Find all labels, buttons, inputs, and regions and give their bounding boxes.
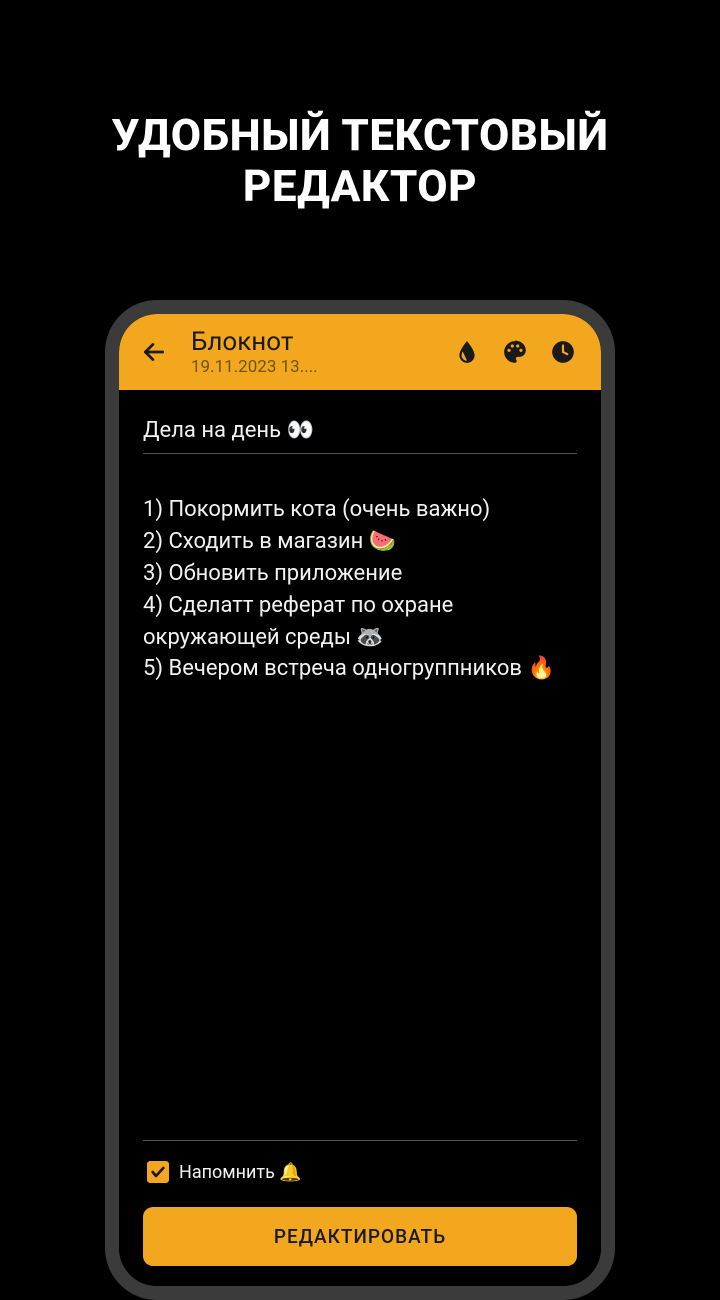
phone-screen: Блокнот 19.11.2023 13.... <box>119 314 601 1286</box>
water-drop-icon <box>454 339 480 365</box>
promo-line-1: УДОБНЫЙ ТЕКСТОВЫЙ <box>40 110 680 161</box>
app-bar-title: Блокнот <box>191 327 443 357</box>
remind-label: Напомнить 🔔 <box>179 1162 302 1183</box>
phone-mockup-frame: Блокнот 19.11.2023 13.... <box>105 300 615 1300</box>
footer-divider <box>143 1140 577 1141</box>
promo-headline: УДОБНЫЙ ТЕКСТОВЫЙ РЕДАКТОР <box>0 0 720 211</box>
app-bar-title-group: Блокнот 19.11.2023 13.... <box>183 327 443 377</box>
app-bar: Блокнот 19.11.2023 13.... <box>119 314 601 390</box>
back-button[interactable] <box>133 331 175 373</box>
footer-area: Напомнить 🔔 РЕДАКТИРОВАТЬ <box>119 1140 601 1286</box>
app-bar-actions <box>451 336 587 368</box>
arrow-back-icon <box>141 339 167 365</box>
color-button[interactable] <box>499 336 531 368</box>
app-bar-subtitle: 19.11.2023 13.... <box>191 357 443 377</box>
note-title-input[interactable]: Дела на день 👀 <box>143 418 577 454</box>
checkmark-icon <box>150 1164 166 1180</box>
remind-checkbox[interactable] <box>147 1161 169 1183</box>
opacity-button[interactable] <box>451 336 483 368</box>
clock-icon <box>550 339 576 365</box>
edit-button[interactable]: РЕДАКТИРОВАТЬ <box>143 1207 577 1266</box>
time-button[interactable] <box>547 336 579 368</box>
remind-row[interactable]: Напомнить 🔔 <box>143 1161 577 1183</box>
note-content-area: Дела на день 👀 1) Покормить кота (очень … <box>119 390 601 1140</box>
promo-line-2: РЕДАКТОР <box>40 161 680 212</box>
note-body-input[interactable]: 1) Покормить кота (очень важно) 2) Сходи… <box>143 494 577 1140</box>
palette-icon <box>502 339 528 365</box>
